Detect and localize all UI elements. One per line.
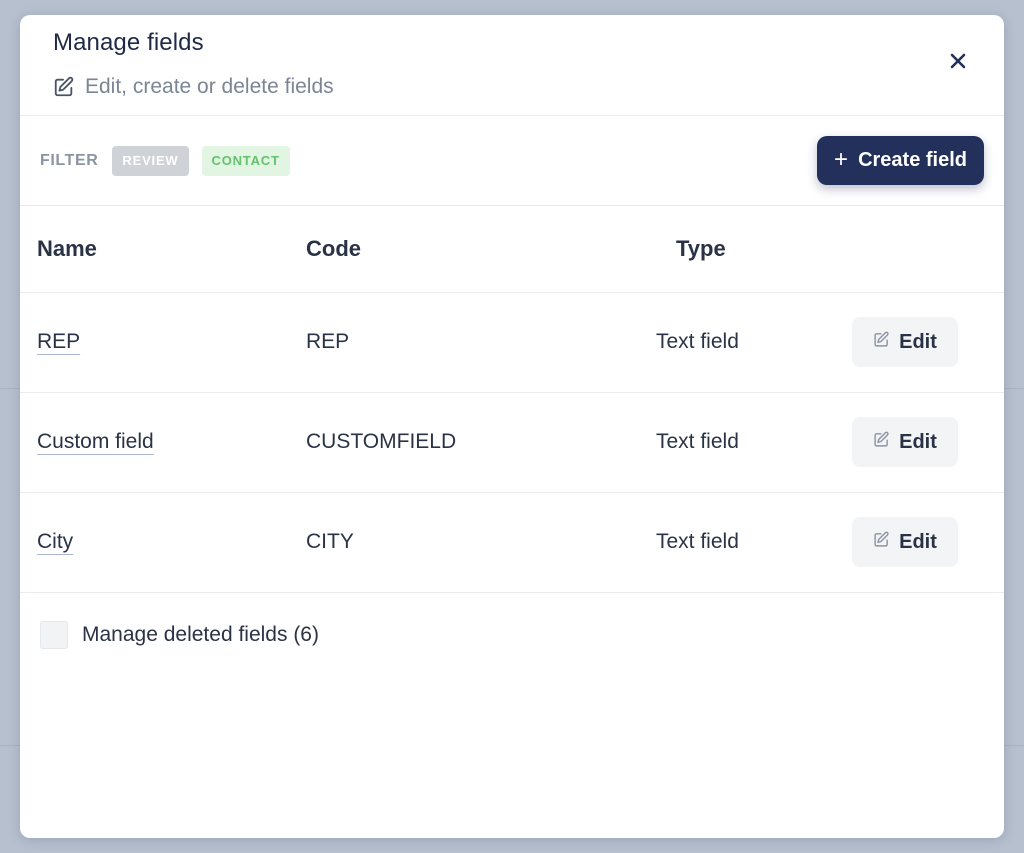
field-code: REP bbox=[306, 330, 350, 353]
modal-title: Manage fields bbox=[53, 29, 204, 56]
filter-toolbar: FILTER REVIEW CONTACT + Create field bbox=[20, 116, 1004, 206]
field-type: Text field bbox=[656, 330, 739, 353]
edit-square-icon bbox=[873, 531, 890, 554]
filter-group: FILTER REVIEW CONTACT bbox=[40, 146, 290, 176]
field-type: Text field bbox=[656, 430, 739, 453]
edit-label: Edit bbox=[899, 430, 937, 453]
edit-button[interactable]: Edit bbox=[852, 517, 958, 567]
filter-chip-review[interactable]: REVIEW bbox=[112, 146, 189, 176]
manage-deleted-checkbox[interactable] bbox=[40, 621, 68, 649]
filter-label: FILTER bbox=[40, 152, 99, 169]
table-row: Custom field CUSTOMFIELD Text field Edit bbox=[20, 393, 1004, 493]
table-header: Name Code Type bbox=[20, 206, 1004, 293]
edit-button[interactable]: Edit bbox=[852, 317, 958, 367]
create-field-button[interactable]: + Create field bbox=[817, 136, 984, 185]
edit-button[interactable]: Edit bbox=[852, 417, 958, 467]
field-type: Text field bbox=[656, 530, 739, 553]
manage-fields-modal: Manage fields Edit, create or delete fie… bbox=[20, 15, 1004, 838]
edit-square-icon bbox=[873, 331, 890, 354]
edit-label: Edit bbox=[899, 330, 937, 353]
column-header-type[interactable]: Type bbox=[676, 236, 726, 262]
manage-deleted-label[interactable]: Manage deleted fields (6) bbox=[82, 623, 319, 647]
modal-header: Manage fields Edit, create or delete fie… bbox=[20, 15, 1004, 116]
edit-square-icon bbox=[53, 76, 75, 98]
field-name-link[interactable]: City bbox=[37, 530, 73, 554]
close-icon bbox=[950, 53, 966, 74]
column-header-name[interactable]: Name bbox=[37, 236, 97, 262]
edit-label: Edit bbox=[899, 530, 937, 553]
field-code: CITY bbox=[306, 530, 354, 553]
table-row: REP REP Text field Edit bbox=[20, 293, 1004, 393]
modal-subtitle-text: Edit, create or delete fields bbox=[85, 75, 334, 98]
field-name-link[interactable]: REP bbox=[37, 330, 80, 354]
create-field-label: Create field bbox=[858, 149, 967, 171]
field-code: CUSTOMFIELD bbox=[306, 430, 457, 453]
close-button[interactable] bbox=[946, 51, 970, 75]
column-header-code[interactable]: Code bbox=[306, 236, 361, 262]
edit-square-icon bbox=[873, 431, 890, 454]
plus-icon: + bbox=[834, 145, 849, 173]
modal-subtitle: Edit, create or delete fields bbox=[53, 75, 334, 99]
filter-chip-contact[interactable]: CONTACT bbox=[201, 146, 290, 176]
manage-deleted-row: Manage deleted fields (6) bbox=[20, 593, 1004, 673]
field-name-link[interactable]: Custom field bbox=[37, 430, 154, 454]
table-row: City CITY Text field Edit bbox=[20, 493, 1004, 593]
